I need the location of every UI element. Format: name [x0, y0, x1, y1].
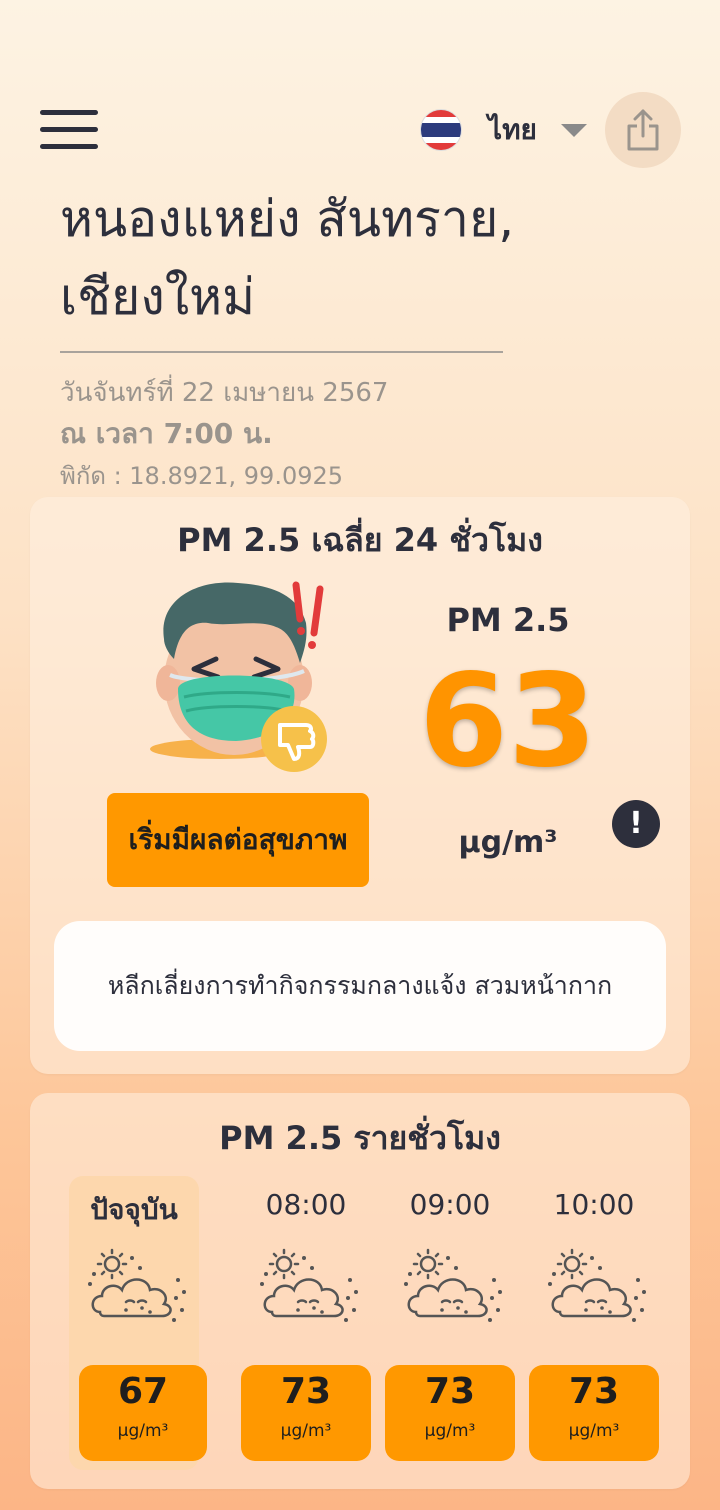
hourly-unit: μg/m³: [568, 1421, 620, 1441]
masked-face-thumbs-down-icon: [150, 581, 327, 772]
share-icon: [627, 109, 659, 151]
thailand-flag-icon: [420, 109, 462, 151]
daily-average-title: PM 2.5 เฉลี่ย 24 ชั่วโมง: [177, 521, 543, 559]
time-text: ณ เวลา 7:00 น.: [60, 417, 273, 450]
sun-cloud-dust-icon: [548, 1248, 646, 1322]
pm-value: 63: [418, 647, 598, 796]
hourly-value-box: 73 μg/m³: [529, 1365, 659, 1461]
date-text: วันจันทร์ที่ 22 เมษายน 2567: [60, 378, 389, 408]
hourly-value: 73: [568, 1371, 620, 1412]
pm-unit: μg/m³: [458, 825, 558, 860]
hourly-item-0900[interactable]: 09:00 73 μg/m³: [385, 1176, 515, 1470]
hourly-card: PM 2.5 รายชั่วโมง ปัจจุบัน 67 μg/m³ 08:0…: [30, 1093, 690, 1489]
top-bar: ไทย: [0, 90, 720, 170]
hourly-title: PM 2.5 รายชั่วโมง: [219, 1119, 501, 1157]
language-selector[interactable]: ไทย: [420, 108, 587, 152]
advice-box: หลีกเลี่ยงการทำกิจกรรมกลางแจ้ง สวมหน้ากา…: [54, 921, 666, 1051]
language-label: ไทย: [488, 113, 537, 146]
hamburger-menu-icon[interactable]: [40, 110, 98, 150]
hour-label: ปัจจุบัน: [90, 1193, 178, 1226]
location-title: หนองแหย่ง สันทราย, เชียงใหม่: [60, 180, 680, 336]
pm-label: PM 2.5: [446, 601, 570, 639]
hourly-value-box: 73 μg/m³: [241, 1365, 371, 1461]
hourly-value-box: 73 μg/m³: [385, 1365, 515, 1461]
hourly-item-0800[interactable]: 08:00 73 μg/m³: [241, 1176, 371, 1470]
sun-cloud-dust-icon: [88, 1248, 186, 1322]
chevron-down-icon: [560, 123, 587, 137]
hourly-unit: μg/m³: [424, 1421, 476, 1441]
sun-cloud-dust-icon: [404, 1248, 502, 1322]
status-button[interactable]: เริ่มมีผลต่อสุขภาพ: [107, 793, 369, 887]
share-button[interactable]: [605, 92, 681, 168]
hourly-value: 73: [280, 1371, 332, 1412]
hourly-unit: μg/m³: [117, 1421, 169, 1441]
hourly-item-1000[interactable]: 10:00 73 μg/m³: [529, 1176, 659, 1470]
hourly-unit: μg/m³: [280, 1421, 332, 1441]
daily-average-card: PM 2.5 เฉลี่ย 24 ชั่วโมง เริ่มมีผลต่อสุข…: [30, 497, 690, 1074]
hour-label: 10:00: [553, 1188, 635, 1221]
info-icon[interactable]: !: [612, 800, 660, 848]
coordinates-text: พิกัด : 18.8921, 99.0925: [60, 462, 344, 490]
hourly-item-current[interactable]: ปัจจุบัน 67 μg/m³: [69, 1176, 207, 1470]
advice-text: หลีกเลี่ยงการทำกิจกรรมกลางแจ้ง สวมหน้ากา…: [107, 971, 613, 1000]
hourly-value: 67: [117, 1371, 169, 1412]
divider: [60, 351, 503, 353]
sun-cloud-dust-icon: [260, 1248, 358, 1322]
hour-label: 09:00: [409, 1188, 491, 1221]
hour-label: 08:00: [265, 1188, 347, 1221]
hourly-value: 73: [424, 1371, 476, 1412]
location-line-1: หนองแหย่ง สันทราย,: [60, 190, 515, 248]
hourly-value-box: 67 μg/m³: [79, 1365, 207, 1461]
location-line-2: เชียงใหม่: [60, 268, 256, 326]
